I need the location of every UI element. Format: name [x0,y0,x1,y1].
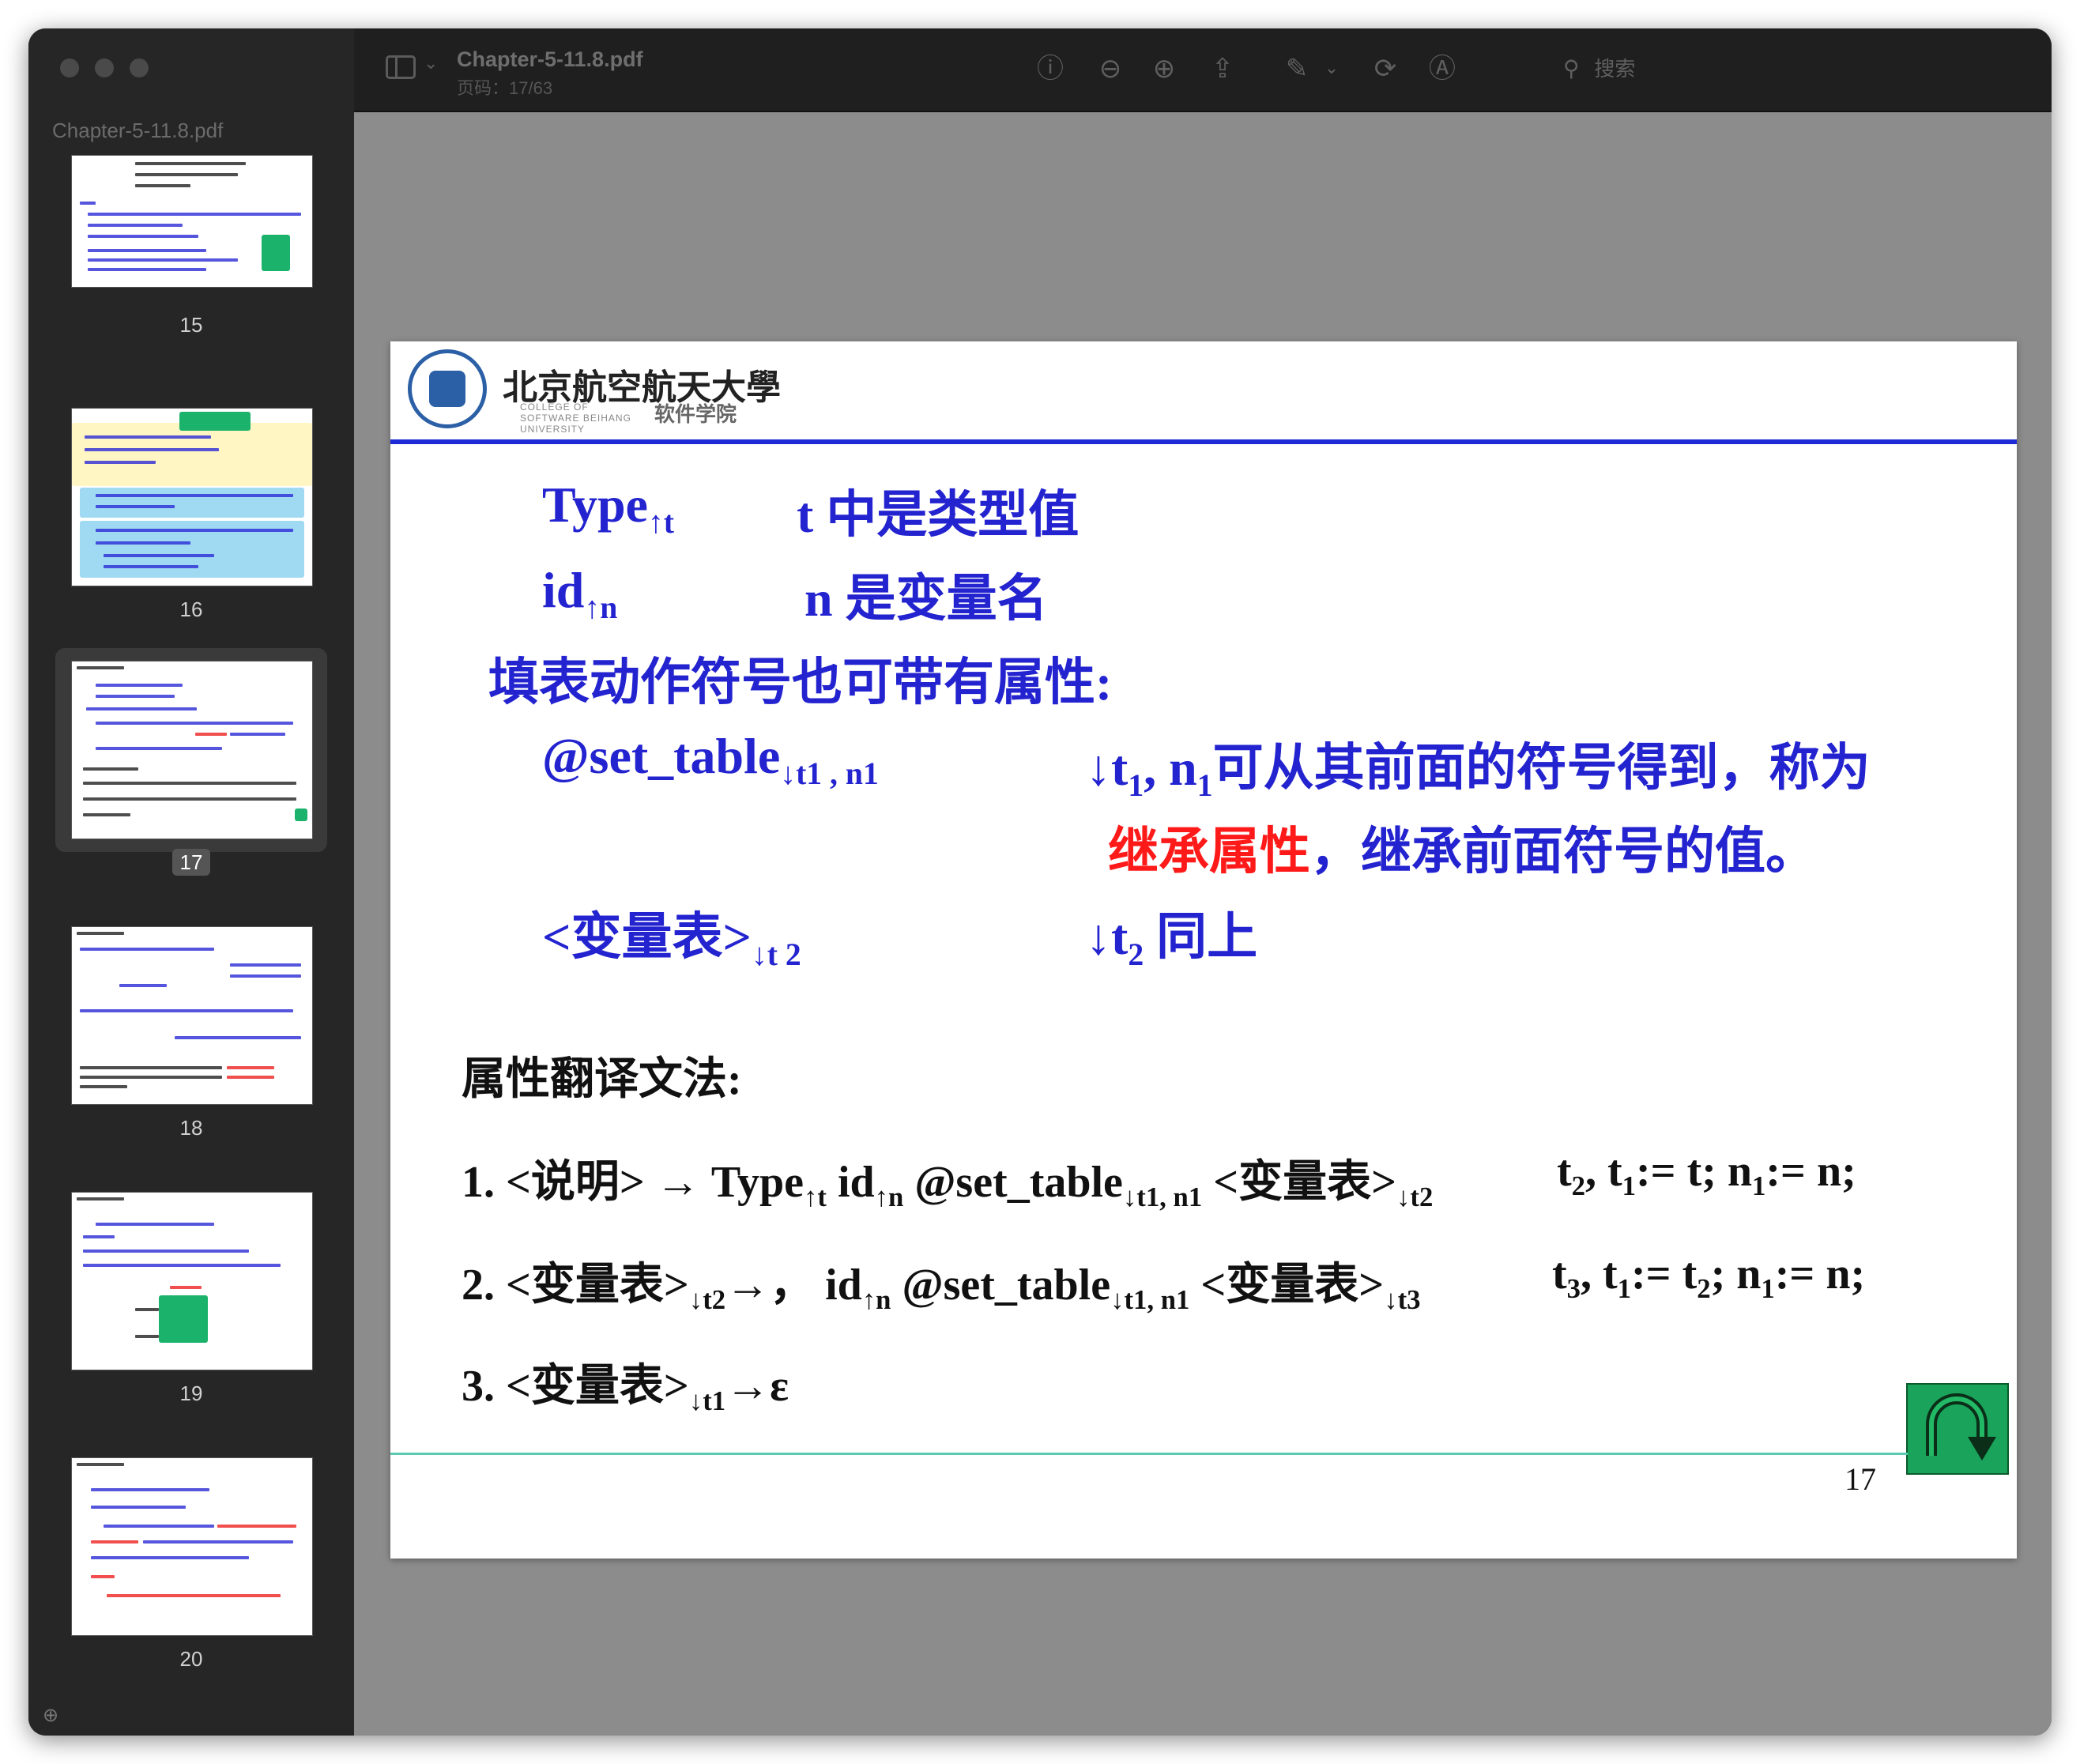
id-attribute-desc: n 是变量名 [804,571,1048,627]
zoom-window-button[interactable] [130,58,149,77]
thumbnail-page-number: 18 [179,1116,203,1140]
grammar-rule-1-action: t2, t1:= t; n1:= n; [1557,1147,1856,1202]
id-attribute: id↑n [542,562,618,625]
thumbnail-image [71,155,313,288]
set-table-attribute: @set_table↓t1 , n1 [542,728,879,791]
return-arrow-button[interactable] [1906,1383,2009,1475]
page-indicator: 页码：17/63 [457,78,553,98]
search-field[interactable]: ⚲ 搜索 [1563,52,1635,86]
markup-pen-icon[interactable]: ✎ [1280,52,1313,85]
var-list-attribute: <变量表>↓t 2 [542,909,801,972]
thumbnail-page-number: 16 [179,597,203,621]
search-icon: ⚲ [1563,55,1580,81]
zoom-out-icon[interactable]: ⊖ [1094,52,1127,85]
thumbnail-image [71,661,313,839]
search-placeholder: 搜索 [1594,58,1636,81]
grammar-title: 属性翻译文法: [462,1055,742,1104]
window-controls [60,58,149,77]
college-english-name: COLLEGE OF SOFTWARE BEIHANG UNIVERSITY [520,401,631,435]
document-title: Chapter-5-11.8.pdf [457,47,643,71]
toolbar: ⌄ Chapter-5-11.8.pdf 页码：17/63 ⓘ ⊖ ⊕ ⇪ ✎ … [354,28,2052,112]
thumbnail-page-number: 19 [179,1381,203,1405]
thumbnail-page-number: 17 [28,849,354,876]
type-attribute-desc: t 中是类型值 [797,487,1080,543]
thumbnail-image [71,1192,313,1370]
grammar-rule-2: 2. <变量表>↓t2→， id↑n @set_table↓t1, n1 <变量… [462,1261,1421,1316]
thumbnail-page-number: 20 [179,1647,203,1671]
minimize-window-button[interactable] [95,58,114,77]
grammar-rule-1: 1. <说明> → Type↑t id↑n @set_table↓t1, n1 … [462,1158,1434,1213]
inherited-attribute-desc-2: 继承属性，继承前面符号的值。 [1108,824,1816,880]
pdf-page-17: 北京航空航天大學 COLLEGE OF SOFTWARE BEIHANG UNI… [390,341,2017,1559]
action-symbol-note: 填表动作符号也可带有属性: [488,654,1113,710]
university-logo-icon [408,349,487,428]
thumbnail-image [71,408,313,586]
info-icon[interactable]: ⓘ [1034,52,1067,85]
share-icon[interactable]: ⇪ [1206,52,1239,85]
thumbnail-page-number: 15 [179,313,203,337]
zoom-in-icon[interactable]: ⊕ [1147,52,1181,85]
thumbnail-sidebar: Chapter-5-11.8.pdf 15 16 17 18 19 20 ⊕ [28,28,356,1736]
grammar-rule-3: 3. <变量表>↓t1→ε [462,1362,789,1417]
thumbnail-image [71,1457,313,1636]
close-window-button[interactable] [60,58,79,77]
annotate-icon[interactable]: Ⓐ [1426,52,1459,85]
preview-window: Chapter-5-11.8.pdf 15 16 17 18 19 20 ⊕ ⌄… [28,28,2052,1736]
inherited-attribute-desc: ↓t1, n1可从其前面的符号得到，称为 [1086,740,1871,803]
footer-divider [390,1453,1908,1455]
chevron-down-icon[interactable]: ⌄ [424,54,438,74]
type-attribute: Type↑t [542,477,674,540]
add-icon[interactable]: ⊕ [43,1706,62,1724]
sidebar-document-title: Chapter-5-11.8.pdf [52,119,224,142]
thumbnail-image [71,926,313,1105]
var-list-attribute-desc: ↓t2 同上 [1086,909,1258,972]
sidebar-toggle-icon[interactable] [386,55,416,79]
header-divider [390,439,2017,444]
grammar-rule-2-action: t3, t1:= t2; n1:= n; [1552,1250,1866,1305]
slide-page-number: 17 [1844,1461,1876,1497]
college-chinese-name: 软件学院 [654,403,737,426]
u-turn-arrow-icon [1926,1393,1996,1461]
document-view[interactable]: 北京航空航天大學 COLLEGE OF SOFTWARE BEIHANG UNI… [354,112,2052,1736]
chevron-down-icon[interactable]: ⌄ [1315,52,1348,85]
rotate-icon[interactable]: ⟳ [1369,52,1402,85]
